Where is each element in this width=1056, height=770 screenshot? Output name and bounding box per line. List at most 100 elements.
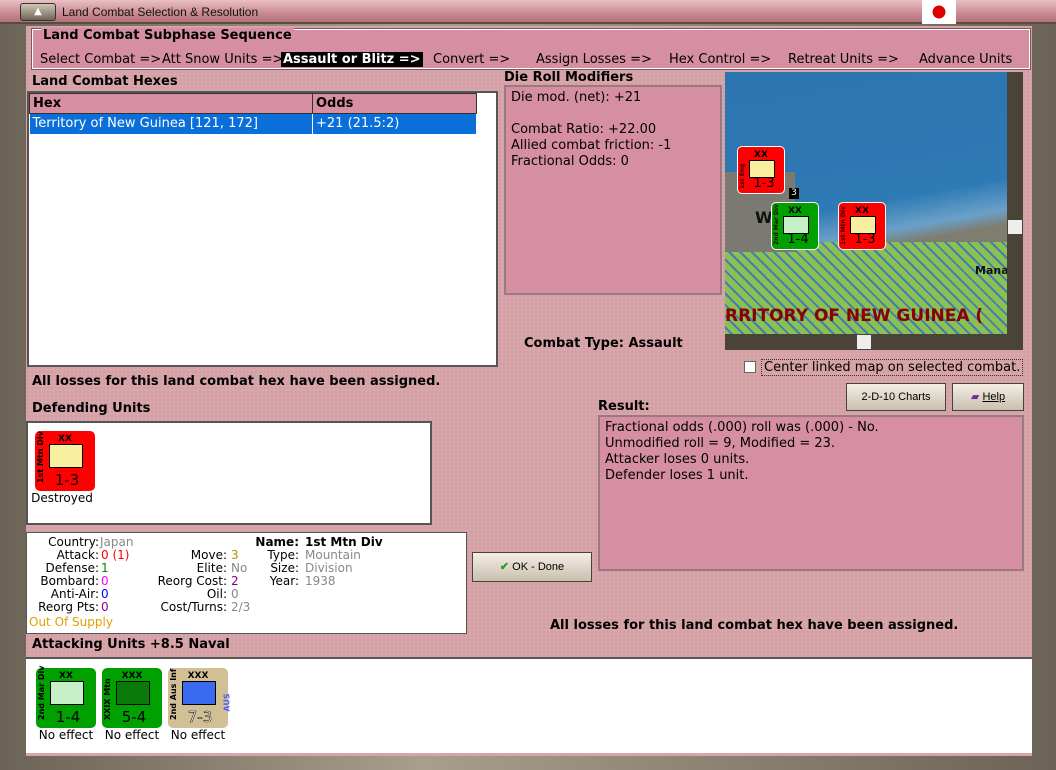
ok-done-button[interactable]: ✔ OK - Done — [472, 552, 592, 582]
defense-value: 1 — [101, 561, 109, 575]
label: Elite: — [196, 561, 227, 575]
label: Reorg Pts: — [38, 600, 99, 614]
charts-button[interactable]: 2-D-10 Charts — [846, 383, 946, 411]
unit-strength: 1-3 — [54, 471, 80, 489]
unit-name: 2nd Mar Div — [773, 204, 780, 245]
unit-strength: 1-3 — [753, 176, 775, 191]
result-line: Defender loses 1 unit. — [605, 468, 749, 483]
type-value: Mountain — [305, 548, 361, 562]
reorgcost-value: 2 — [231, 574, 239, 588]
attacking-unit[interactable]: XX 1-4 2nd Mar Div — [36, 666, 96, 728]
map-vscrollbar[interactable] — [1007, 72, 1023, 334]
unit-strength: 7-3 — [187, 708, 213, 727]
map-unit[interactable]: XX 1-3 1st Mtn Div — [838, 202, 886, 250]
combat-type-value: Assault — [628, 336, 683, 351]
vscroll-thumb[interactable] — [1008, 220, 1022, 234]
mountain-infantry-icon — [49, 444, 83, 468]
mini-map[interactable]: W Mana RRITORY OF NEW GUINEA ( 3 XX 1-3 1s… — [725, 72, 1007, 334]
col-hex[interactable]: Hex — [29, 93, 313, 114]
unit-info-panel: Country: Japan Attack: 0 (1) Defense: 1 Bom… — [26, 532, 467, 634]
modifiers-box: Die mod. (net): +21 Combat Ratio: +22.00… — [504, 85, 722, 295]
elite-value: No — [231, 561, 248, 575]
checkmark-icon: ✔ — [499, 561, 510, 573]
stack-count: 3 — [789, 188, 799, 199]
result-title: Result: — [598, 399, 650, 414]
label: Country: — [48, 535, 99, 549]
country-value: Japan — [100, 535, 134, 549]
hex-cell: Territory of New Guinea [121, 172] — [29, 113, 313, 134]
map-unit[interactable]: XX 1-3 1st Eng — [737, 146, 785, 194]
mountain-infantry-icon — [116, 681, 150, 705]
japan-flag-icon — [922, 0, 956, 24]
attack-value: 0 (1) — [101, 548, 130, 562]
result-line: Fractional odds (.000) roll was (.000) -… — [605, 420, 879, 435]
label: Attack: — [56, 548, 99, 562]
town-label: W — [755, 208, 773, 227]
label: Oil: — [206, 587, 227, 601]
label: Year: — [269, 574, 299, 588]
label: Move: — [190, 548, 227, 562]
mod-line: Allied combat friction: -1 — [511, 138, 672, 153]
unit-result: No effect — [170, 728, 226, 742]
col-odds[interactable]: Odds — [312, 93, 477, 114]
hexes-title: Land Combat Hexes — [32, 74, 178, 89]
hscroll-thumb[interactable] — [857, 335, 871, 349]
move-value: 3 — [231, 548, 239, 562]
attacking-unit[interactable]: XXX 5-4 XXIX Mtn — [102, 668, 162, 728]
supply-status: Out Of Supply — [29, 615, 113, 629]
odds-cell: +21 (21.5:2) — [312, 113, 477, 134]
attacking-list: XX 1-4 2nd Mar Div No effect XXX 5-4 XXIX Mt… — [26, 657, 1032, 753]
size-value: Division — [305, 561, 353, 575]
combat-type: Combat Type: Assault — [524, 336, 683, 351]
hexes-status: All losses for this land combat hex have… — [32, 374, 441, 389]
ok-label: OK - Done — [512, 561, 565, 573]
reorg-value: 0 — [101, 600, 109, 614]
mod-line: Combat Ratio: +22.00 — [511, 122, 657, 137]
modifiers-title: Die Roll Modifiers — [504, 70, 634, 85]
label: Anti-Air: — [50, 587, 99, 601]
nation-label: AUS — [222, 693, 232, 712]
center-linked-checkbox[interactable] — [744, 361, 756, 373]
step-assault-blitz: Assault or Blitz => — [281, 52, 423, 67]
unit-size: XX — [754, 150, 768, 160]
region-label: RRITORY OF NEW GUINEA ( — [725, 306, 984, 326]
unit-strength: 1-3 — [854, 232, 876, 247]
hexes-list: Hex Odds Territory of New Guinea [121, 17… — [27, 91, 498, 367]
map-hscrollbar[interactable] — [725, 334, 1023, 350]
map-unit[interactable]: XX 1-4 2nd Mar Div — [771, 202, 819, 250]
collapse-icon[interactable]: ▲ — [20, 3, 56, 21]
step-att-snow: Att Snow Units => — [162, 52, 284, 67]
mod-line: Die mod. (net): +21 — [511, 90, 642, 105]
unit-strength: 5-4 — [121, 708, 147, 726]
defending-unit[interactable]: XX 1-3 1st Mtn Div — [35, 431, 95, 491]
result-line: Attacker loses 0 units. — [605, 452, 750, 467]
step-convert: Convert => — [433, 52, 511, 67]
table-row[interactable]: Territory of New Guinea [121, 172] +21 (2… — [29, 113, 477, 134]
aa-value: 0 — [101, 587, 109, 601]
result-line: Unmodified roll = 9, Modified = 23. — [605, 436, 836, 451]
place-label: Mana — [975, 264, 1007, 277]
unit-strength: 1-4 — [55, 708, 81, 726]
mod-line: Fractional Odds: 0 — [511, 154, 629, 169]
attacking-unit[interactable]: XXX 7-3 2nd Aus Inf AUS — [168, 668, 232, 728]
unit-name: 1st Mtn Div — [36, 431, 45, 483]
label: Bombard: — [40, 574, 99, 588]
unit-result: Destroyed — [31, 491, 93, 505]
unit-name: 1st Eng — [739, 163, 746, 189]
center-linked-label[interactable]: Center linked map on selected combat. — [761, 359, 1024, 376]
bombard-value: 0 — [101, 574, 109, 588]
title-bar: ▲ Land Combat Selection & Resolution — [0, 0, 1056, 24]
label: Reorg Cost: — [157, 574, 227, 588]
defending-list: XX 1-3 1st Mtn Div Destroyed — [26, 421, 432, 525]
help-button[interactable]: ▰ Help — [952, 383, 1024, 411]
combat-type-label: Combat Type: — [524, 336, 624, 351]
label: Size: — [270, 561, 299, 575]
step-advance: Advance Units — [919, 52, 1013, 67]
attacking-title: Attacking Units +8.5 Naval — [32, 637, 230, 652]
name-value: 1st Mtn Div — [305, 535, 383, 549]
help-label: Help — [982, 391, 1006, 403]
sequence-title: Land Combat Subphase Sequence — [41, 28, 294, 43]
label: Defense: — [45, 561, 99, 575]
result-status: All losses for this land combat hex have… — [550, 618, 959, 633]
step-hex-control: Hex Control => — [669, 52, 772, 67]
